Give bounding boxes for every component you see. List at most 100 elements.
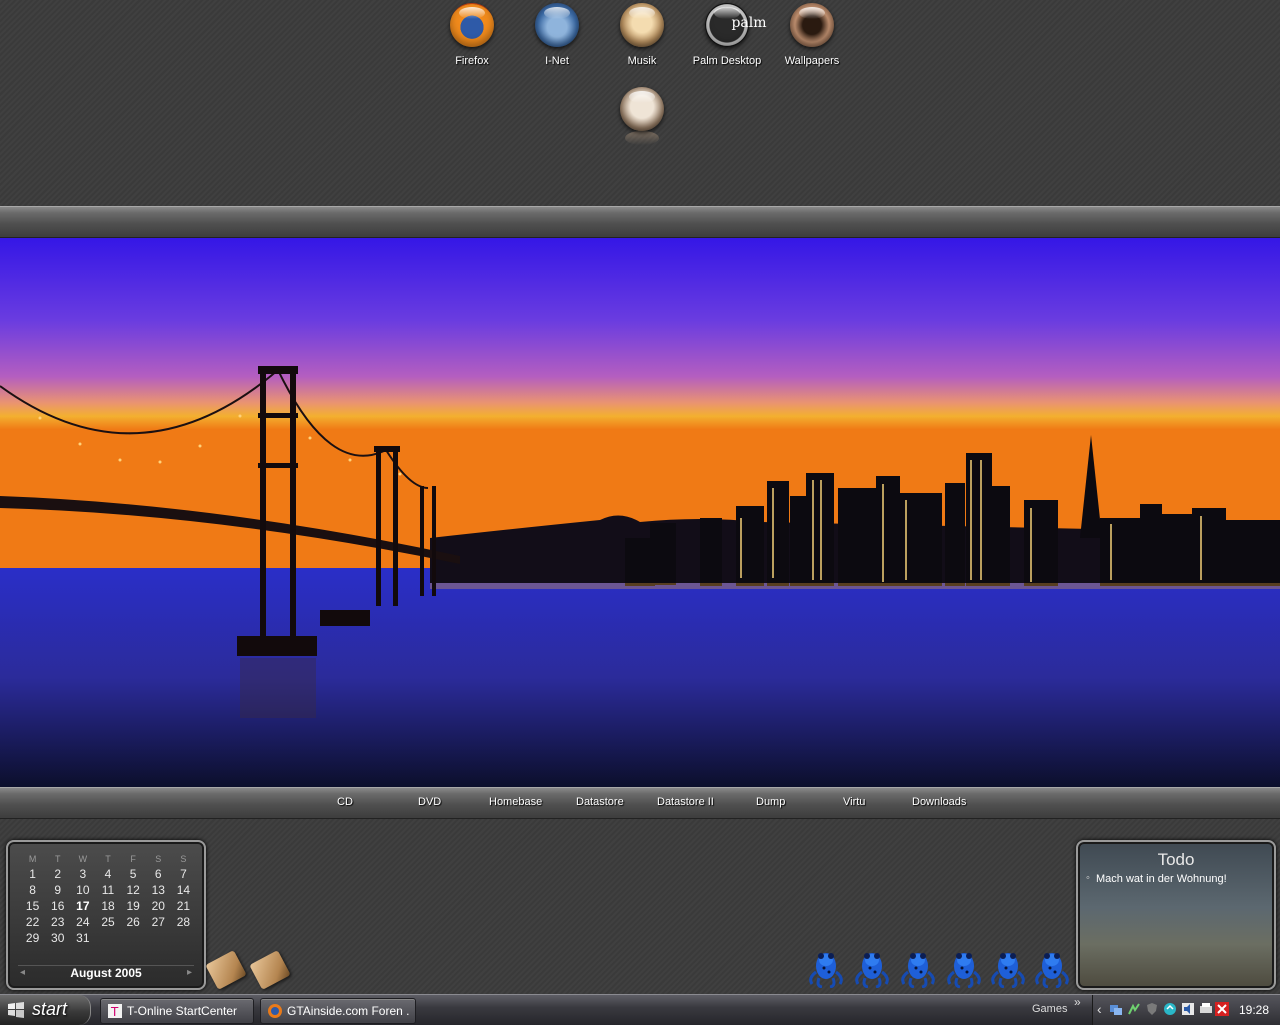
drive-bar: CD DVD Homebase Datastore Datastore II D… [0,787,1280,819]
drive-link-homebase[interactable]: Homebase [489,796,542,808]
music-icon [620,3,664,47]
calendar-day[interactable]: 30 [45,930,70,946]
calendar-day[interactable]: 28 [171,914,196,930]
drive-link-datastore-ii[interactable]: Datastore II [657,796,714,808]
calendar-day[interactable]: 12 [121,882,146,898]
calendar-day[interactable]: 18 [95,898,120,914]
desktop-icon-label: I-Net [545,55,569,67]
calendar-day [95,930,120,946]
calendar-day-today[interactable]: 17 [70,898,95,914]
todo-title: Todo [1157,850,1195,869]
calendar-day[interactable]: 23 [45,914,70,930]
calendar-day[interactable]: 22 [20,914,45,930]
firefox-icon [450,3,494,47]
taskbar-button-firefox[interactable]: GTAinside.com Foren ... [260,998,416,1024]
drive-link-downloads[interactable]: Downloads [912,796,966,808]
weekday-label: S [155,854,162,864]
wallpaper-panorama [0,238,1280,787]
desktop-icon-wallpapers[interactable]: Wallpapers [767,0,857,67]
frog-icon[interactable] [898,946,938,988]
shield-icon[interactable] [1145,1002,1159,1016]
toolbar-chevron-icon[interactable]: » [1074,995,1081,1009]
calendar-day[interactable]: 19 [121,898,146,914]
calendar-day[interactable]: 27 [146,914,171,930]
calendar-day[interactable]: 6 [146,866,171,882]
printer-icon[interactable] [1199,1002,1213,1016]
calendar-week-row: 15 16 17 18 19 20 21 [20,898,196,914]
calendar-day[interactable]: 20 [146,898,171,914]
todo-item[interactable]: Mach wat in der Wohnung! [1086,872,1227,885]
frog-icon[interactable] [852,946,892,988]
calendar-day[interactable]: 14 [171,882,196,898]
drive-link-dvd[interactable]: DVD [418,796,441,808]
desktop-icon-firefox[interactable]: Firefox [427,0,517,67]
windows-flag-icon [8,1002,24,1018]
drive-link-dump[interactable]: Dump [756,796,785,808]
calendar-day[interactable]: 11 [95,882,120,898]
svg-text:T: T [110,1005,119,1019]
globe-icon [535,3,579,47]
start-button[interactable]: start [0,995,91,1025]
firefox-icon [268,1004,282,1018]
calendar-day[interactable]: 24 [70,914,95,930]
calendar-grid: M T W T F S S 1 2 3 4 5 6 7 8 9 10 11 12… [20,852,196,946]
desktop-icon-palm-desktop[interactable]: palm Palm Desktop [682,0,772,67]
antivirus-icon[interactable] [1215,1002,1229,1016]
top-bar [0,206,1280,238]
sticky-note-icon[interactable] [205,950,247,990]
calendar-day[interactable]: 5 [121,866,146,882]
volume-icon[interactable] [1181,1002,1195,1016]
frog-icon[interactable] [988,946,1028,988]
desktop-icon-label: Firefox [455,55,489,67]
frog-icon[interactable] [806,946,846,988]
frog-icon[interactable] [1032,946,1072,988]
skyline-image [0,238,1280,787]
drive-link-virtu[interactable]: Virtu [843,796,865,808]
drive-link-datastore[interactable]: Datastore [576,796,624,808]
calendar-day[interactable]: 1 [20,866,45,882]
calendar-day[interactable]: 21 [171,898,196,914]
calendar-day[interactable]: 8 [20,882,45,898]
calendar-day[interactable]: 10 [70,882,95,898]
calendar-day[interactable]: 2 [45,866,70,882]
weekday-label: M [28,854,37,864]
calendar-day[interactable]: 26 [121,914,146,930]
weekday-label: T [105,854,111,864]
calendar-day[interactable]: 13 [146,882,171,898]
calendar-day [171,930,196,946]
desktop-icon-musik[interactable]: Musik [597,0,687,67]
calendar-week-row: 8 9 10 11 12 13 14 [20,882,196,898]
calendar-day[interactable]: 7 [171,866,196,882]
calendar-day[interactable]: 15 [20,898,45,914]
calendar-month-label: August 2005 [70,966,142,980]
calendar-day[interactable]: 9 [45,882,70,898]
calendar-day[interactable]: 29 [20,930,45,946]
desktop-icon-label: Palm Desktop [692,55,762,67]
clock[interactable]: 19:28 [1239,1003,1269,1017]
drive-link-cd[interactable]: CD [337,796,353,808]
toolbar-games-label[interactable]: Games [1032,1003,1067,1015]
taskbar-button-t-online[interactable]: T T-Online StartCenter [100,998,254,1024]
network-icon[interactable] [1109,1002,1123,1016]
start-label: start [32,999,68,1019]
taskbar-button-label: GTAinside.com Foren ... [287,1004,409,1018]
desktop-icon-inet[interactable]: I-Net [512,0,602,67]
calendar-day[interactable]: 3 [70,866,95,882]
calendar-day[interactable]: 4 [95,866,120,882]
calendar-day[interactable]: 25 [95,914,120,930]
next-month-icon[interactable]: ▸ [187,967,192,978]
calendar-weekday-row: M T W T F S S [20,852,196,866]
calendar-day[interactable]: 16 [45,898,70,914]
sync-icon[interactable] [1163,1002,1177,1016]
tray-expand-icon[interactable]: ‹ [1097,1001,1102,1017]
frog-icon[interactable] [944,946,984,988]
desktop-icon-extra[interactable] [597,84,687,145]
calendar-day[interactable]: 31 [70,930,95,946]
calendar-week-row: 29 30 31 [20,930,196,946]
icon-reflection [625,131,659,145]
prev-month-icon[interactable]: ◂ [20,967,25,978]
weekday-label: F [130,854,136,864]
sticky-note-icon[interactable] [249,950,291,990]
palm-icon: palm [705,3,767,47]
wireless-icon[interactable] [1127,1002,1141,1016]
